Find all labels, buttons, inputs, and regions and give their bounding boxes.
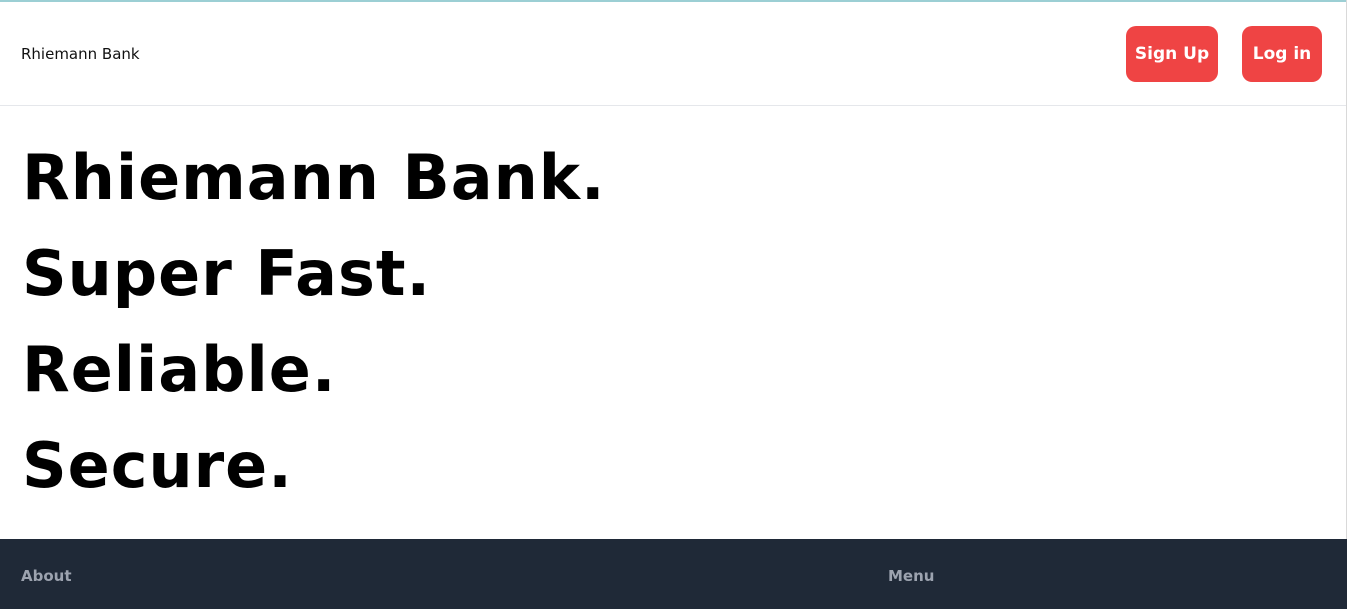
hero-section: Rhiemann Bank. Super Fast. Reliable. Sec… bbox=[22, 130, 1022, 514]
log-in-button[interactable]: Log in bbox=[1242, 26, 1322, 82]
hero-line-reliable: Reliable. bbox=[22, 333, 337, 406]
sign-up-button[interactable]: Sign Up bbox=[1126, 26, 1218, 82]
footer-menu-heading: Menu bbox=[888, 567, 935, 585]
footer-about-heading: About bbox=[21, 567, 72, 585]
hero-line-fast: Super Fast. bbox=[22, 237, 432, 310]
brand-link[interactable]: Rhiemann Bank bbox=[21, 45, 140, 63]
navbar: Rhiemann Bank Sign Up Log in bbox=[0, 2, 1346, 106]
hero-line-bank: Rhiemann Bank. bbox=[22, 141, 606, 214]
hero-line-secure: Secure. bbox=[22, 429, 293, 502]
site-footer: About Menu bbox=[0, 539, 1347, 609]
